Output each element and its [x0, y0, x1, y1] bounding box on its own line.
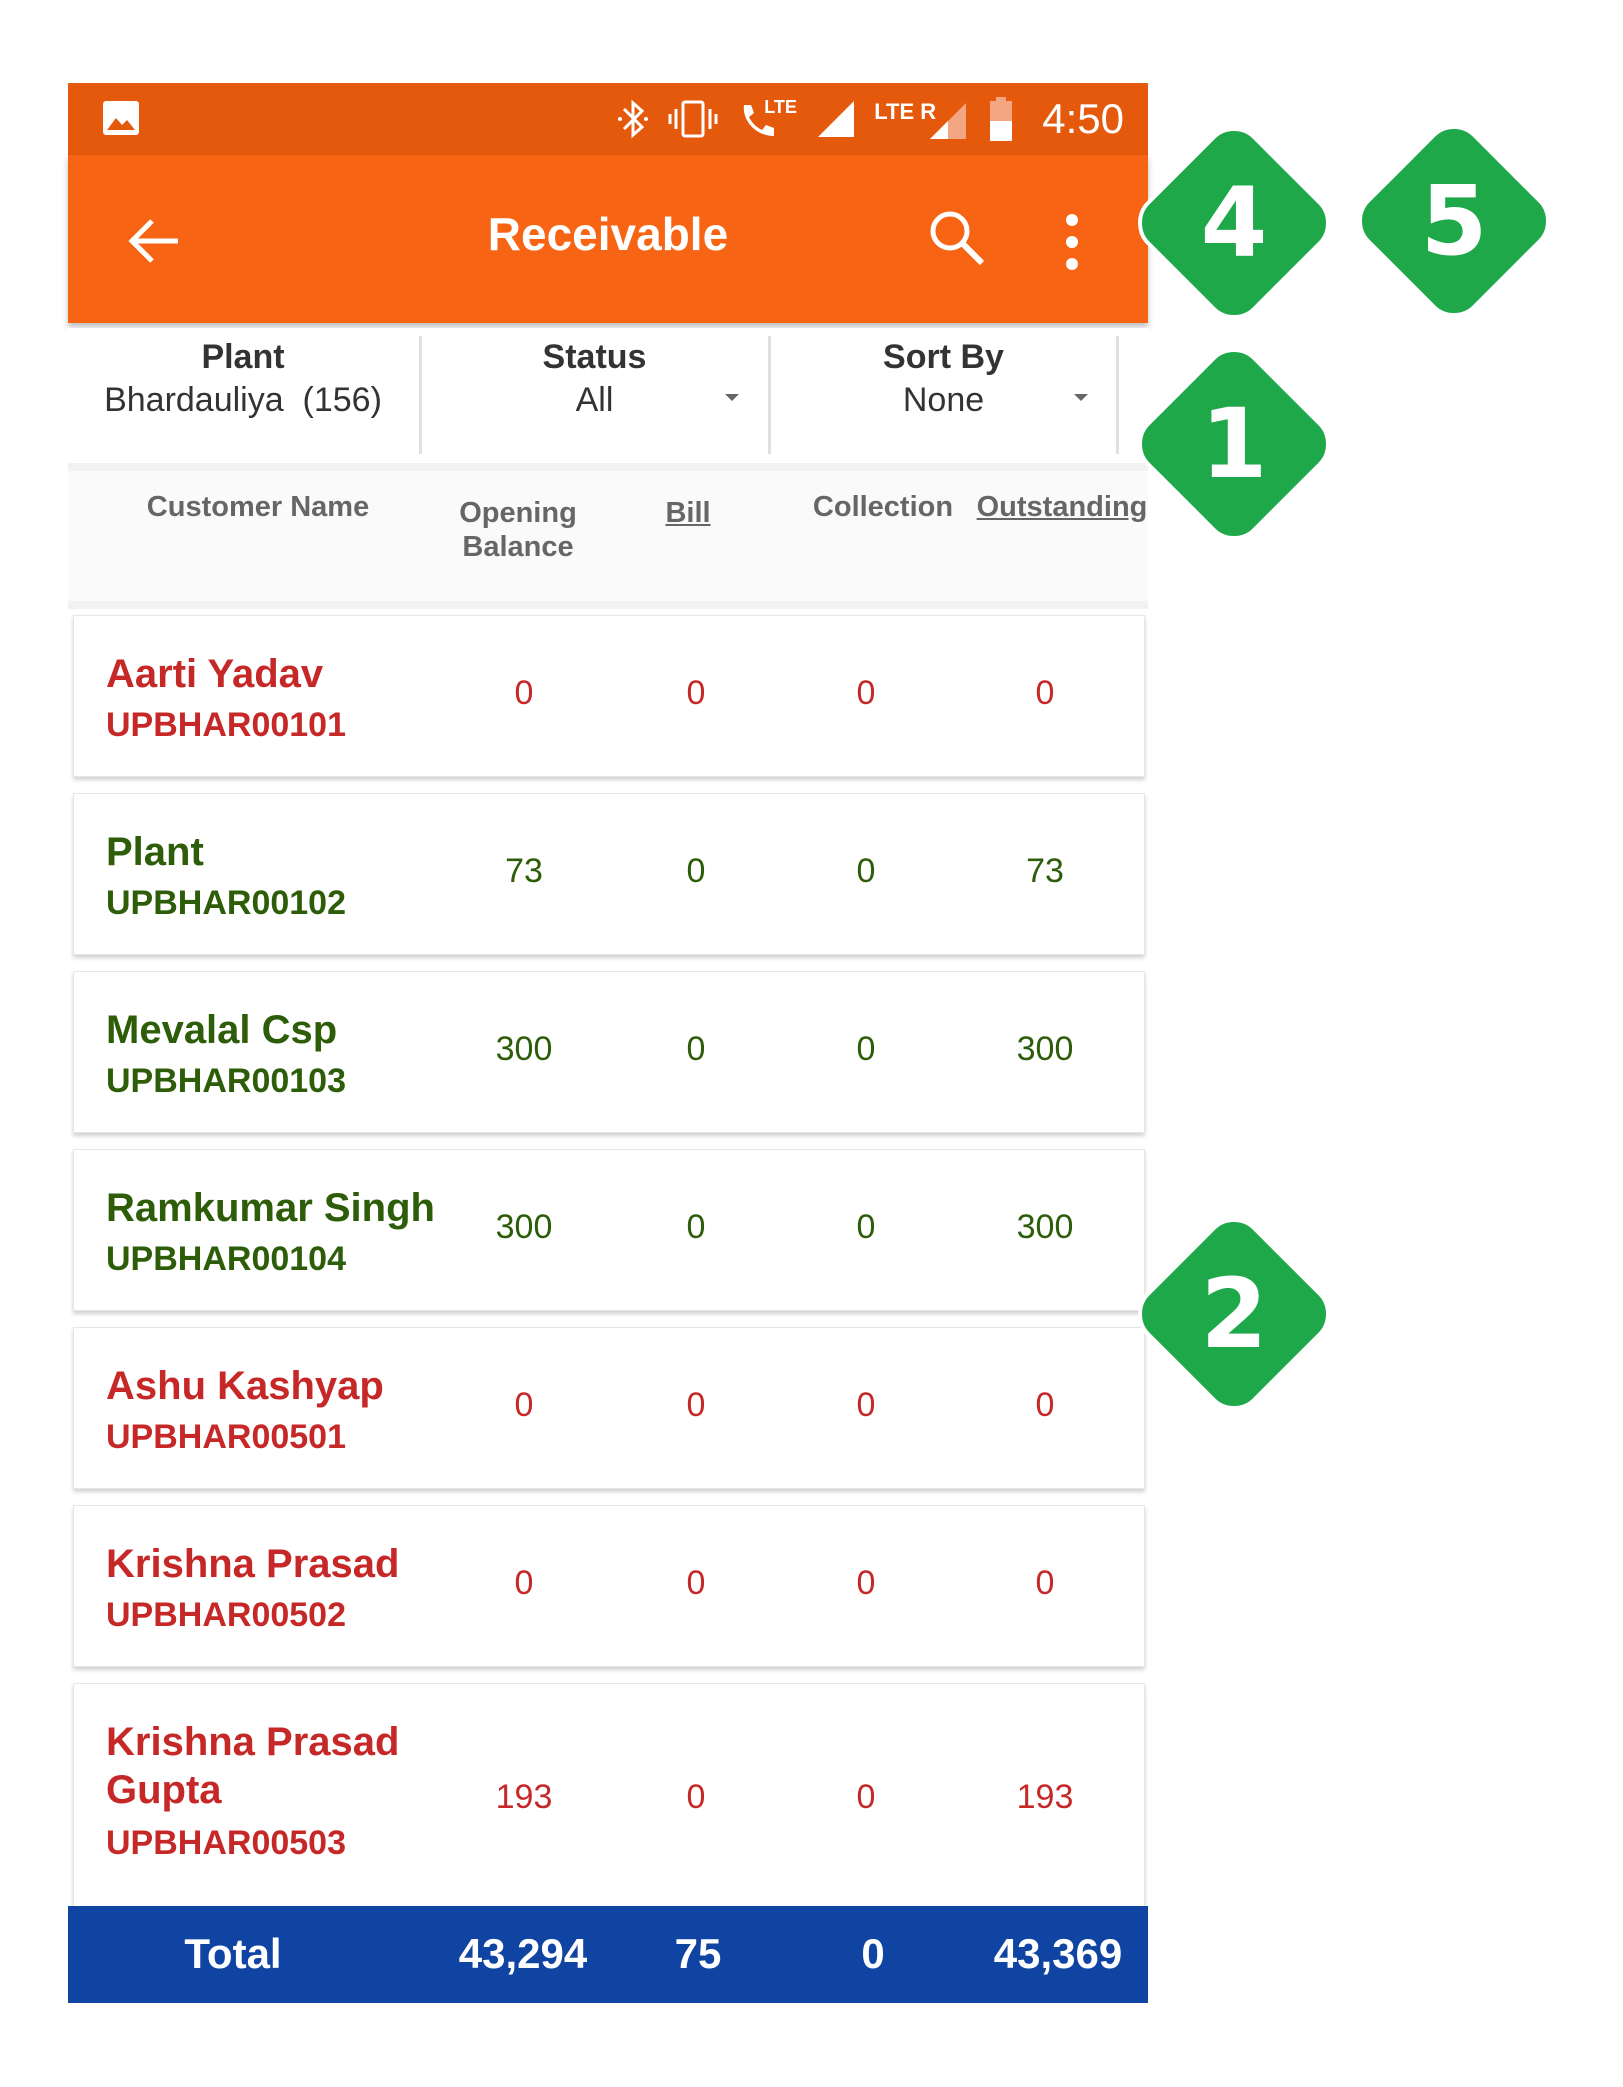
- annotation-badge-2: 2: [1134, 1214, 1334, 1414]
- dropdown-arrow-icon: [1074, 394, 1088, 401]
- search-icon[interactable]: [926, 207, 986, 267]
- bill-value: 0: [686, 852, 706, 890]
- total-outstanding: 43,369: [993, 1930, 1123, 1977]
- collection-value: 0: [856, 1386, 876, 1424]
- signal-icon: [818, 101, 855, 137]
- column-headers: Customer Name Opening Balance Bill Colle…: [68, 463, 1148, 609]
- customer-name: Krishna Prasad Gupta: [106, 1720, 400, 1812]
- collection-value: 0: [856, 674, 876, 712]
- customer-name: Krishna Prasad: [106, 1542, 400, 1586]
- plant-value: Bhardauliya (156): [104, 381, 382, 419]
- vibrate-icon: [668, 100, 718, 138]
- sort-by-dropdown[interactable]: Sort By None: [771, 328, 1116, 453]
- opening-balance-header-line2[interactable]: Balance: [448, 531, 588, 564]
- opening-balance-value: 73: [505, 852, 543, 890]
- outstanding-value: 300: [1016, 1030, 1074, 1068]
- bill-header[interactable]: Bill: [648, 497, 728, 530]
- phone-screen: LTE LTE R 4:50 Receivable Plant Bhardaul…: [68, 83, 1148, 2003]
- bluetooth-icon: [618, 99, 649, 139]
- total-label: Total: [184, 1930, 282, 1977]
- customer-code: UPBHAR00502: [106, 1596, 346, 1634]
- customer-row[interactable]: Plant UPBHAR00102 73 0 0 73: [73, 793, 1145, 955]
- customer-name-header[interactable]: Customer Name: [108, 491, 408, 524]
- customer-code: UPBHAR00102: [106, 884, 346, 922]
- customer-code: UPBHAR00101: [106, 706, 346, 744]
- opening-balance-value: 193: [495, 1778, 553, 1816]
- bill-value: 0: [686, 1564, 706, 1602]
- customer-row[interactable]: Krishna Prasad UPBHAR00502 0 0 0 0: [73, 1505, 1145, 1667]
- lte-roaming-signal-icon: LTE R: [874, 97, 970, 141]
- outstanding-value: 0: [1035, 674, 1055, 712]
- outstanding-value: 193: [1016, 1778, 1074, 1816]
- annotation-badge-5: 5: [1354, 121, 1554, 321]
- status-label: Status: [542, 338, 647, 376]
- total-opening: 43,294: [458, 1930, 588, 1977]
- dropdown-arrow-icon: [725, 394, 739, 401]
- gallery-notification-icon: [103, 101, 139, 135]
- customer-code: UPBHAR00501: [106, 1418, 346, 1456]
- opening-balance-value: 300: [495, 1208, 553, 1246]
- opening-balance-value: 0: [514, 674, 534, 712]
- customer-code: UPBHAR00104: [106, 1240, 346, 1278]
- annotation-badge-1: 1: [1134, 344, 1334, 544]
- opening-balance-value: 0: [514, 1386, 534, 1424]
- bill-value: 0: [686, 1030, 706, 1068]
- battery-icon: [990, 97, 1013, 141]
- annotation-badge-4: 4: [1134, 123, 1334, 323]
- outstanding-value: 300: [1016, 1208, 1074, 1246]
- outstanding-value: 0: [1035, 1386, 1055, 1424]
- page-title: Receivable: [487, 208, 729, 260]
- plant-label: Plant: [201, 338, 285, 376]
- collection-value: 0: [856, 1564, 876, 1602]
- outstanding-header[interactable]: Outstanding: [976, 491, 1148, 524]
- clock: 4:50: [1042, 95, 1124, 142]
- sort-by-value: None: [902, 381, 985, 419]
- customer-row[interactable]: Ashu Kashyap UPBHAR00501 0 0 0 0: [73, 1327, 1145, 1489]
- customer-code: UPBHAR00503: [106, 1824, 346, 1862]
- customer-name: Ashu Kashyap: [106, 1364, 384, 1408]
- customer-row[interactable]: Aarti Yadav UPBHAR00101 0 0 0 0: [73, 615, 1145, 777]
- customer-row[interactable]: Ramkumar Singh UPBHAR00104 300 0 0 300: [73, 1149, 1145, 1311]
- total-bar: Total 43,294 75 0 43,369: [68, 1906, 1148, 2003]
- plant-filter[interactable]: Plant Bhardauliya (156): [68, 328, 418, 453]
- status-dropdown[interactable]: Status All: [422, 328, 767, 453]
- outstanding-value: 0: [1035, 1564, 1055, 1602]
- filter-bar: Plant Bhardauliya (156) Status All Sort …: [68, 328, 1148, 458]
- total-collection: 0: [861, 1930, 885, 1977]
- collection-value: 0: [856, 1030, 876, 1068]
- customer-code: UPBHAR00103: [106, 1062, 346, 1100]
- system-icons: LTE LTE R 4:50: [616, 83, 1124, 155]
- outstanding-value: 73: [1026, 852, 1064, 890]
- bill-value: 0: [686, 1778, 706, 1816]
- customer-name: Ramkumar Singh: [106, 1186, 435, 1230]
- collection-value: 0: [856, 1778, 876, 1816]
- customer-row[interactable]: Mevalal Csp UPBHAR00103 300 0 0 300: [73, 971, 1145, 1133]
- divider: [1116, 336, 1119, 454]
- customer-row[interactable]: Krishna Prasad Gupta UPBHAR00503 193 0 0 193: [73, 1683, 1145, 1910]
- call-lte-icon: LTE: [736, 97, 798, 141]
- total-bill: 75: [674, 1930, 722, 1977]
- opening-balance-value: 0: [514, 1564, 534, 1602]
- collection-header[interactable]: Collection: [793, 491, 973, 524]
- bill-value: 0: [686, 1386, 706, 1424]
- status-bar: LTE LTE R 4:50: [68, 83, 1148, 155]
- customer-name: Mevalal Csp: [106, 1008, 338, 1052]
- opening-balance-header-line1[interactable]: Opening: [448, 497, 588, 530]
- collection-value: 0: [856, 1208, 876, 1246]
- status-value: All: [575, 381, 614, 419]
- customer-name: Plant: [106, 830, 204, 874]
- app-bar: Receivable: [68, 155, 1148, 323]
- bill-value: 0: [686, 1208, 706, 1246]
- opening-balance-value: 300: [495, 1030, 553, 1068]
- sort-by-label: Sort By: [883, 338, 1004, 376]
- customer-name: Aarti Yadav: [106, 652, 324, 696]
- more-options-icon[interactable]: [1062, 213, 1082, 271]
- bill-value: 0: [686, 674, 706, 712]
- collection-value: 0: [856, 852, 876, 890]
